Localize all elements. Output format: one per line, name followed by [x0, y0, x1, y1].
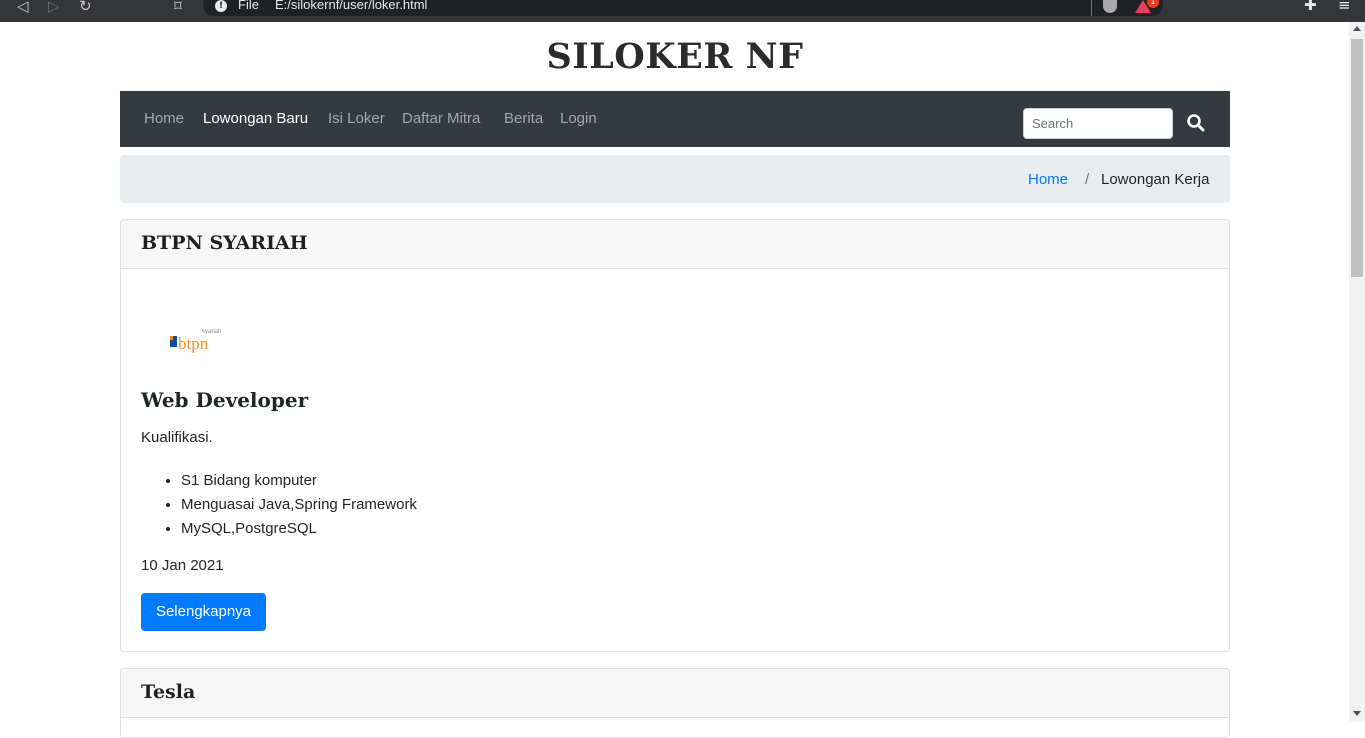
job-card: BTPN SYARIAH syariah btpn Web Developer … — [120, 219, 1230, 652]
details-button[interactable]: Selengkapnya — [141, 593, 266, 631]
scroll-up-icon[interactable] — [1353, 26, 1361, 31]
browser-toolbar: ◁ ▷ ↻ ⌑ ! File E:/silokernf/user/loker.h… — [0, 0, 1365, 22]
search-icon[interactable] — [1186, 113, 1206, 133]
company-name: BTPN SYARIAH — [121, 220, 1229, 269]
reload-icon[interactable]: ↻ — [79, 0, 92, 16]
url-text[interactable]: E:/silokernf/user/loker.html — [275, 0, 427, 12]
breadcrumb-home-link[interactable]: Home — [1028, 171, 1068, 188]
scroll-down-icon[interactable] — [1353, 711, 1361, 716]
nav-isi-loker[interactable]: Isi Loker — [328, 110, 385, 127]
back-icon[interactable]: ◁ — [17, 0, 29, 16]
nav-lowongan-baru[interactable]: Lowongan Baru — [203, 110, 308, 127]
address-bar[interactable]: ! File E:/silokernf/user/loker.html 1 — [203, 0, 1163, 16]
main-navbar: Home Lowongan Baru Isi Loker Daftar Mitr… — [120, 91, 1230, 147]
nav-home[interactable]: Home — [144, 110, 184, 127]
file-label: File — [238, 0, 259, 12]
job-title: Web Developer — [141, 388, 309, 412]
list-item: MySQL,PostgreSQL — [181, 517, 417, 541]
company-name: Tesla — [121, 669, 1229, 718]
address-divider — [1091, 0, 1092, 16]
qualification-label: Kualifikasi. — [141, 429, 213, 446]
nav-login[interactable]: Login — [560, 110, 597, 127]
breadcrumb-current: Lowongan Kerja — [1101, 171, 1210, 188]
nav-daftar-mitra[interactable]: Daftar Mitra — [402, 110, 480, 127]
notification-badge: 1 — [1147, 0, 1159, 8]
requirements-list: S1 Bidang komputer Menguasai Java,Spring… — [181, 469, 417, 541]
job-card: Tesla — [120, 668, 1230, 738]
scroll-thumb[interactable] — [1351, 39, 1363, 277]
job-date: 10 Jan 2021 — [141, 557, 224, 574]
menu-icon[interactable]: ≡ — [1338, 0, 1351, 14]
breadcrumb-separator: / — [1085, 171, 1090, 188]
nav-berita[interactable]: Berita — [504, 110, 543, 127]
breadcrumb: Home / Lowongan Kerja — [120, 155, 1230, 203]
info-icon[interactable]: ! — [215, 0, 227, 12]
brave-shield-icon[interactable] — [1103, 0, 1117, 13]
list-item: S1 Bidang komputer — [181, 469, 417, 493]
svg-text:btpn: btpn — [178, 334, 209, 353]
forward-icon[interactable]: ▷ — [48, 0, 60, 16]
search-input[interactable] — [1023, 108, 1173, 139]
list-item: Menguasai Java,Spring Framework — [181, 493, 417, 517]
extensions-icon[interactable]: ✚ — [1304, 0, 1317, 14]
page-scrollbar[interactable] — [1349, 22, 1365, 722]
site-title: SILOKER NF — [546, 36, 804, 77]
company-logo: syariah btpn — [170, 329, 221, 353]
bookmark-icon[interactable]: ⌑ — [174, 0, 182, 16]
